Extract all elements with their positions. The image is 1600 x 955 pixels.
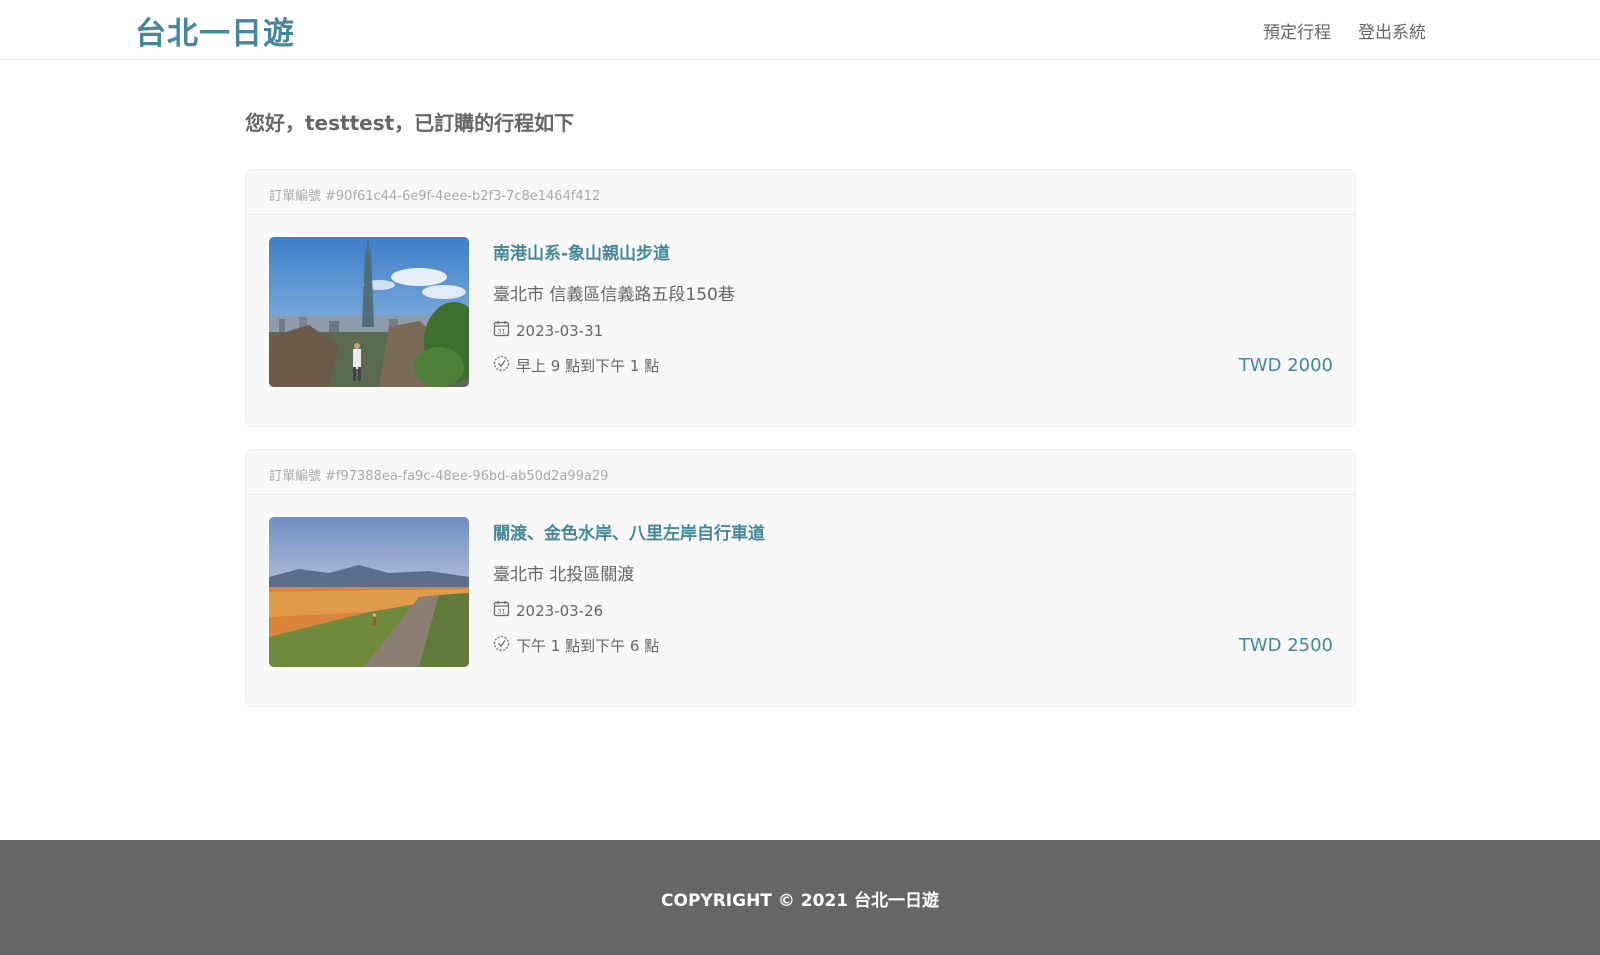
order-price: TWD 2000 bbox=[1238, 355, 1333, 376]
nav-links: 預定行程 登出系統 bbox=[1263, 18, 1426, 43]
attraction-image bbox=[269, 237, 469, 387]
order-number: #90f61c44-6e9f-4eee-b2f3-7c8e1464f412 bbox=[325, 189, 601, 204]
order-card: 訂單編號 #90f61c44-6e9f-4eee-b2f3-7c8e1464f41… bbox=[245, 169, 1356, 427]
order-time: 早上 9 點到下午 1 點 bbox=[516, 357, 660, 375]
copyright-text: COPYRIGHT © 2021 台北一日遊 bbox=[661, 891, 939, 911]
order-price: TWD 2500 bbox=[1238, 635, 1333, 656]
order-date-row: 31 2023-03-26 bbox=[493, 600, 765, 621]
footer: COPYRIGHT © 2021 台北一日遊 bbox=[0, 840, 1600, 955]
attraction-name[interactable]: 關渡、金色水岸、八里左岸自行車道 bbox=[493, 519, 765, 544]
navbar: 台北一日遊 預定行程 登出系統 bbox=[0, 0, 1600, 60]
svg-text:31: 31 bbox=[498, 329, 506, 336]
site-logo[interactable]: 台北一日遊 bbox=[135, 8, 295, 53]
order-number-label: 訂單編號 bbox=[269, 189, 322, 204]
nav-logout[interactable]: 登出系統 bbox=[1358, 18, 1426, 43]
order-header: 訂單編號 #f97388ea-fa9c-48ee-96bd-ab50d2a99a2… bbox=[246, 450, 1355, 495]
attraction-address: 臺北市 北投區關渡 bbox=[493, 565, 635, 585]
order-date-row: 31 2023-03-31 bbox=[493, 320, 735, 341]
order-card: 訂單編號 #f97388ea-fa9c-48ee-96bd-ab50d2a99a2… bbox=[245, 449, 1356, 707]
order-time-row: 早上 9 點到下午 1 點 bbox=[493, 355, 735, 376]
calendar-icon: 31 bbox=[493, 320, 516, 341]
order-number-label: 訂單編號 bbox=[269, 469, 322, 484]
order-time-row: 下午 1 點到下午 6 點 bbox=[493, 635, 765, 656]
clock-icon bbox=[493, 355, 516, 376]
calendar-icon: 31 bbox=[493, 600, 516, 621]
svg-text:31: 31 bbox=[498, 609, 506, 616]
order-time: 下午 1 點到下午 6 點 bbox=[516, 637, 660, 655]
clock-icon bbox=[493, 635, 516, 656]
attraction-image bbox=[269, 517, 469, 667]
order-header: 訂單編號 #90f61c44-6e9f-4eee-b2f3-7c8e1464f41… bbox=[246, 170, 1355, 215]
nav-book-trip[interactable]: 預定行程 bbox=[1263, 18, 1331, 43]
order-number: #f97388ea-fa9c-48ee-96bd-ab50d2a99a29 bbox=[325, 469, 609, 484]
page-greeting: 您好，testtest，已訂購的行程如下 bbox=[245, 111, 575, 135]
attraction-name[interactable]: 南港山系-象山親山步道 bbox=[493, 239, 735, 264]
order-date: 2023-03-31 bbox=[516, 321, 604, 340]
attraction-address: 臺北市 信義區信義路五段150巷 bbox=[493, 285, 735, 305]
order-date: 2023-03-26 bbox=[516, 601, 604, 620]
